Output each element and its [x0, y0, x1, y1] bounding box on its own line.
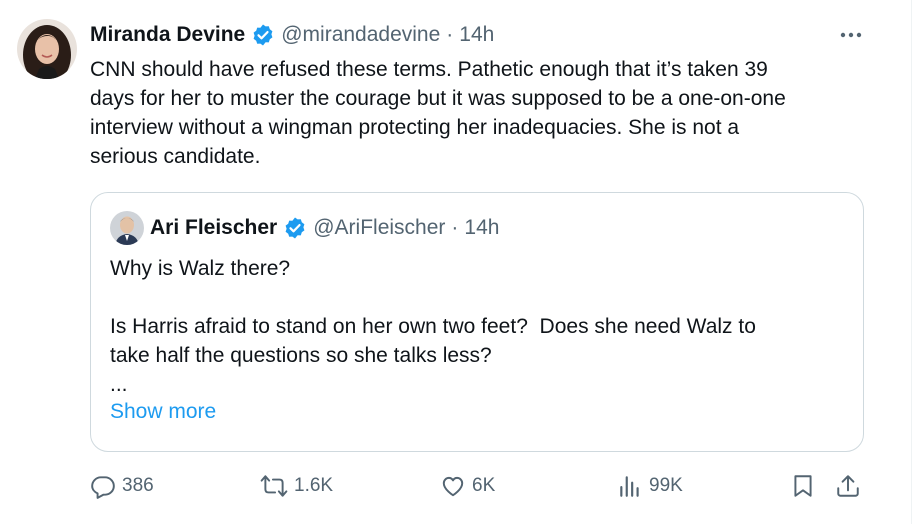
author-avatar[interactable] — [17, 19, 77, 79]
repost-count: 1.6K — [294, 475, 334, 496]
bookmark-icon — [794, 475, 812, 497]
like-count: 6K — [472, 475, 496, 496]
reply-button[interactable]: 386 — [90, 470, 154, 502]
quoted-post-time: 14h — [464, 216, 500, 239]
post-header: Miranda Devine @mirandadevine · 14h — [90, 20, 494, 50]
reply-icon — [91, 476, 115, 499]
quoted-post-header: Ari Fleischer @AriFleischer · 14h — [110, 211, 500, 245]
views-button[interactable]: 99K — [617, 470, 683, 502]
author-handle[interactable]: @mirandadevine — [281, 23, 440, 47]
heart-icon — [442, 476, 464, 497]
quoted-author-name: Ari Fleischer — [150, 216, 278, 239]
share-icon — [837, 475, 859, 497]
quoted-author-handle: @AriFleischer — [313, 216, 446, 239]
verified-badge-icon — [251, 23, 275, 47]
repost-button[interactable]: 1.6K — [260, 470, 333, 502]
show-more-link[interactable]: Show more — [110, 400, 216, 424]
reply-count: 386 — [122, 475, 154, 496]
post-text: CNN should have refused these terms. Pat… — [90, 58, 786, 168]
quoted-author-avatar — [110, 211, 144, 245]
post-time[interactable]: 14h — [459, 23, 494, 47]
views-chart-icon — [620, 476, 639, 497]
separator-dot: · — [451, 216, 459, 239]
share-button[interactable] — [835, 470, 861, 502]
quoted-post-text: Why is Walz there? Is Harris afraid to s… — [110, 257, 756, 396]
more-options-icon[interactable] — [836, 22, 866, 48]
like-button[interactable]: 6K — [440, 470, 495, 502]
verified-badge-icon — [283, 216, 307, 240]
action-bar: 386 1.6K 6K 99K — [90, 470, 870, 502]
author-name[interactable]: Miranda Devine — [90, 23, 245, 47]
bookmark-button[interactable] — [790, 470, 816, 502]
repost-icon — [260, 475, 288, 497]
separator-dot: · — [446, 23, 454, 46]
tweet[interactable]: Miranda Devine @mirandadevine · 14h CNN … — [0, 0, 912, 524]
quoted-post[interactable]: Ari Fleischer @AriFleischer · 14h Why is… — [90, 192, 864, 452]
views-count: 99K — [649, 475, 683, 496]
